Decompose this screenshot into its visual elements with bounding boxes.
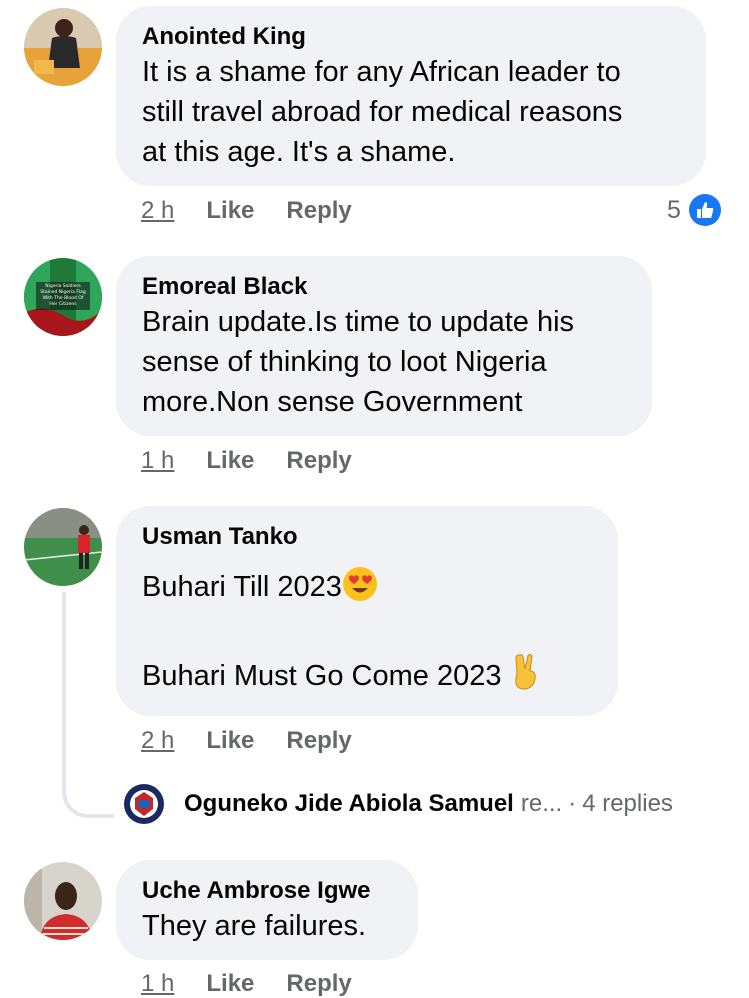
reaction-count: 5	[667, 195, 681, 224]
comment-text-line: Buhari Must Go Come 2023	[142, 653, 592, 702]
avatar-caption: Her Citizens	[49, 301, 77, 307]
replies-preview[interactable]: Oguneko Jide Abiola Samuel re... · 4 rep…	[122, 780, 673, 828]
comment-text-line: Buhari Till 2023	[142, 566, 592, 613]
comment-author[interactable]: Anointed King	[142, 22, 680, 52]
avatar-image	[122, 782, 166, 826]
reply-snippet: re...	[520, 790, 563, 817]
avatar-image	[24, 508, 102, 586]
avatar-emoreal-black[interactable]: Nigeria Soldiers Stained Nigeria Flag Wi…	[24, 258, 102, 336]
comment-actions: 1 h Like Reply	[141, 447, 384, 475]
heart-eyes-emoji	[342, 566, 378, 613]
comment-text-line: still travel abroad for medical reasons	[142, 96, 623, 128]
avatar-caption: Stained Nigeria Flag	[40, 289, 86, 295]
comment-blank-line	[142, 613, 592, 653]
comment-actions: 2 h Like Reply	[141, 727, 384, 755]
comment-text: Buhari Must Go Come 2023	[142, 660, 502, 692]
avatar-uche-ambrose-igwe[interactable]	[24, 862, 102, 940]
comment-bubble: Usman Tanko Buhari Till 2023 Buhari Must…	[116, 506, 618, 716]
comment-text-line: It is a shame for any African leader to	[142, 56, 621, 88]
reply-button[interactable]: Reply	[286, 970, 351, 998]
comment-time[interactable]: 1 h	[141, 447, 174, 475]
like-button[interactable]: Like	[206, 970, 254, 998]
comment-time[interactable]: 2 h	[141, 197, 174, 225]
avatar-anointed-king[interactable]	[24, 8, 102, 86]
reaction-summary[interactable]: 5	[667, 194, 721, 226]
avatar-caption: With The Blood Of	[43, 295, 84, 301]
victory-hand-emoji	[510, 653, 542, 702]
like-icon	[688, 194, 721, 226]
separator-dot: ·	[568, 790, 577, 817]
comment-text-line: Brain update.Is time to update his	[142, 306, 575, 338]
comment-bubble: Uche Ambrose Igwe They are failures.	[116, 860, 418, 960]
comment-actions: 1 h Like Reply	[141, 970, 384, 998]
reply-author: Oguneko Jide Abiola Samuel	[184, 790, 514, 817]
comment-time[interactable]: 1 h	[141, 970, 174, 998]
comment-bubble: Anointed King It is a shame for any Afri…	[116, 6, 706, 186]
comment-text-line: They are failures.	[142, 910, 367, 942]
avatar-image: Nigeria Soldiers Stained Nigeria Flag Wi…	[24, 258, 102, 336]
thread-connector	[62, 592, 114, 818]
comment-author[interactable]: Emoreal Black	[142, 272, 626, 302]
like-button[interactable]: Like	[206, 727, 254, 755]
avatar-image	[24, 862, 102, 940]
comment-text-line: more.Non sense Government	[142, 386, 523, 418]
avatar-usman-tanko[interactable]	[24, 508, 102, 586]
like-button[interactable]: Like	[206, 197, 254, 225]
comment-time[interactable]: 2 h	[141, 727, 174, 755]
comment-bubble: Emoreal Black Brain update.Is time to up…	[116, 256, 652, 436]
avatar-caption: Nigeria Soldiers	[45, 283, 81, 289]
comment-author[interactable]: Uche Ambrose Igwe	[142, 876, 392, 906]
comment-author[interactable]: Usman Tanko	[142, 522, 592, 552]
comment-actions: 2 h Like Reply	[141, 197, 384, 225]
like-button[interactable]: Like	[206, 447, 254, 475]
comment-text-line: sense of thinking to loot Nigeria	[142, 346, 547, 378]
reply-avatar	[122, 782, 166, 826]
avatar-image	[24, 8, 102, 86]
reply-button[interactable]: Reply	[286, 727, 351, 755]
comment-text: Buhari Till 2023	[142, 571, 342, 603]
comment-text-line: at this age. It's a shame.	[142, 136, 456, 168]
replies-count: 4 replies	[582, 790, 673, 817]
reply-button[interactable]: Reply	[286, 447, 351, 475]
reply-button[interactable]: Reply	[286, 197, 351, 225]
